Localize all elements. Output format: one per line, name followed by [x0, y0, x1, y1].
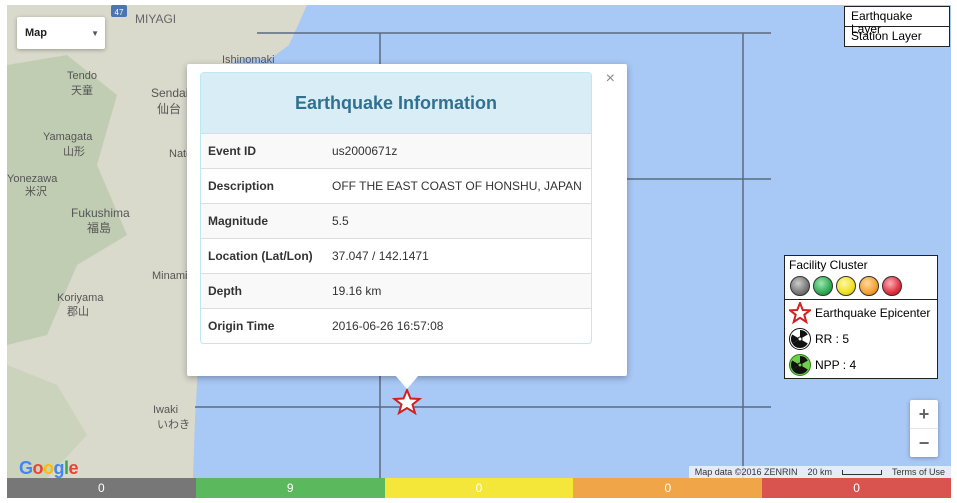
row-value: us2000671z	[325, 134, 591, 169]
epicenter-star-icon	[391, 387, 423, 416]
status-segment-red[interactable]: 0	[762, 478, 951, 498]
place-label: Tendo	[67, 70, 97, 82]
table-row: Location (Lat/Lon) 37.047 / 142.1471	[201, 238, 591, 274]
table-row: Event ID us2000671z	[201, 134, 591, 169]
scale-bar	[841, 469, 882, 475]
google-logo[interactable]: Google	[19, 458, 79, 478]
place-label: MIYAGI	[135, 12, 176, 26]
earthquake-info-window: × Earthquake Information Event ID us20006…	[187, 64, 627, 389]
earthquake-layer-button[interactable]: Earthquake Layer	[845, 7, 949, 36]
close-icon[interactable]: ×	[606, 70, 615, 88]
row-value: OFF THE EAST COAST OF HONSHU, JAPAN	[325, 168, 591, 204]
status-segment-gray[interactable]: 0	[7, 478, 196, 498]
place-label: Iwaki	[153, 404, 178, 416]
row-value: 19.16 km	[325, 273, 591, 309]
cluster-color-balls	[785, 274, 937, 300]
star-icon	[789, 302, 811, 324]
place-label: 天童	[71, 83, 93, 97]
row-value: 5.5	[325, 203, 591, 239]
legend-row-rr: RR : 5	[785, 326, 937, 352]
row-key: Depth	[201, 273, 325, 309]
chevron-down-icon: ▼	[91, 29, 99, 38]
info-window-tail	[395, 375, 419, 389]
status-segment-orange[interactable]: 0	[573, 478, 763, 498]
place-label: 米沢	[25, 184, 47, 198]
info-panel-title: Earthquake Information	[201, 73, 591, 134]
table-row: Description OFF THE EAST COAST OF HONSHU,…	[201, 168, 591, 204]
zoom-out-button[interactable]: −	[910, 428, 938, 457]
status-segment-yellow[interactable]: 0	[384, 478, 574, 498]
table-row: Origin Time 2016-06-26 16:57:08	[201, 308, 591, 343]
legend-row-npp: NPP : 4	[785, 352, 937, 378]
place-label: 福島	[87, 220, 111, 235]
place-label: Minami	[152, 270, 187, 282]
place-label: 仙台	[157, 101, 181, 116]
map-attribution: Map data ©2016 ZENRIN 20 km Terms of Use	[688, 466, 951, 478]
status-segment-green[interactable]: 9	[195, 478, 385, 498]
legend-title: Facility Cluster	[789, 258, 868, 272]
info-panel: Earthquake Information Event ID us2000671…	[200, 72, 592, 344]
radiation-green-icon	[789, 354, 811, 376]
cluster-ball-orange	[859, 276, 879, 296]
map-type-dropdown[interactable]: Map ▼	[17, 17, 105, 49]
cluster-ball-red	[882, 276, 902, 296]
svg-text:47: 47	[115, 8, 124, 17]
row-value: 2016-06-26 16:57:08	[325, 308, 591, 343]
facility-legend: Facility Cluster Earthquake Epicenter RR…	[784, 255, 938, 379]
place-label: 山形	[63, 145, 85, 158]
layer-switcher: Earthquake Layer Station Layer	[844, 6, 950, 47]
attribution-text: Map data ©2016 ZENRIN	[694, 467, 798, 477]
status-count-bar: 0 9 0 0 0	[7, 478, 951, 498]
map-type-label: Map	[25, 27, 47, 39]
info-table: Event ID us2000671z Description OFF THE EA…	[201, 134, 591, 343]
place-label: Yonezawa	[7, 173, 58, 185]
cluster-ball-gray	[790, 276, 810, 296]
row-value: 37.047 / 142.1471	[325, 238, 591, 274]
legend-row-epicenter: Earthquake Epicenter	[785, 300, 937, 326]
zoom-control: + −	[910, 400, 938, 457]
npp-count-label: NPP : 4	[815, 358, 857, 372]
epicenter-label: Earthquake Epicenter	[815, 306, 931, 320]
terms-link[interactable]: Terms of Use	[892, 467, 945, 477]
cluster-ball-yellow	[836, 276, 856, 296]
place-label: Fukushima	[71, 206, 130, 220]
rr-count-label: RR : 5	[815, 332, 850, 346]
zoom-in-button[interactable]: +	[910, 400, 938, 428]
row-key: Location (Lat/Lon)	[201, 238, 325, 274]
place-label: 郡山	[67, 305, 89, 318]
radiation-black-icon	[789, 328, 811, 350]
place-label: Koriyama	[57, 292, 104, 304]
table-row: Magnitude 5.5	[201, 203, 591, 239]
row-key: Origin Time	[201, 308, 325, 343]
cluster-ball-green	[813, 276, 833, 296]
place-label: Yamagata	[43, 131, 93, 143]
place-label: Sendai	[151, 86, 188, 100]
row-key: Description	[201, 168, 325, 204]
table-row: Depth 19.16 km	[201, 273, 591, 309]
station-layer-button[interactable]: Station Layer	[845, 26, 949, 46]
scale-label: 20 km	[807, 467, 832, 477]
row-key: Event ID	[201, 134, 325, 169]
row-key: Magnitude	[201, 203, 325, 239]
place-label: いわき	[157, 418, 190, 431]
